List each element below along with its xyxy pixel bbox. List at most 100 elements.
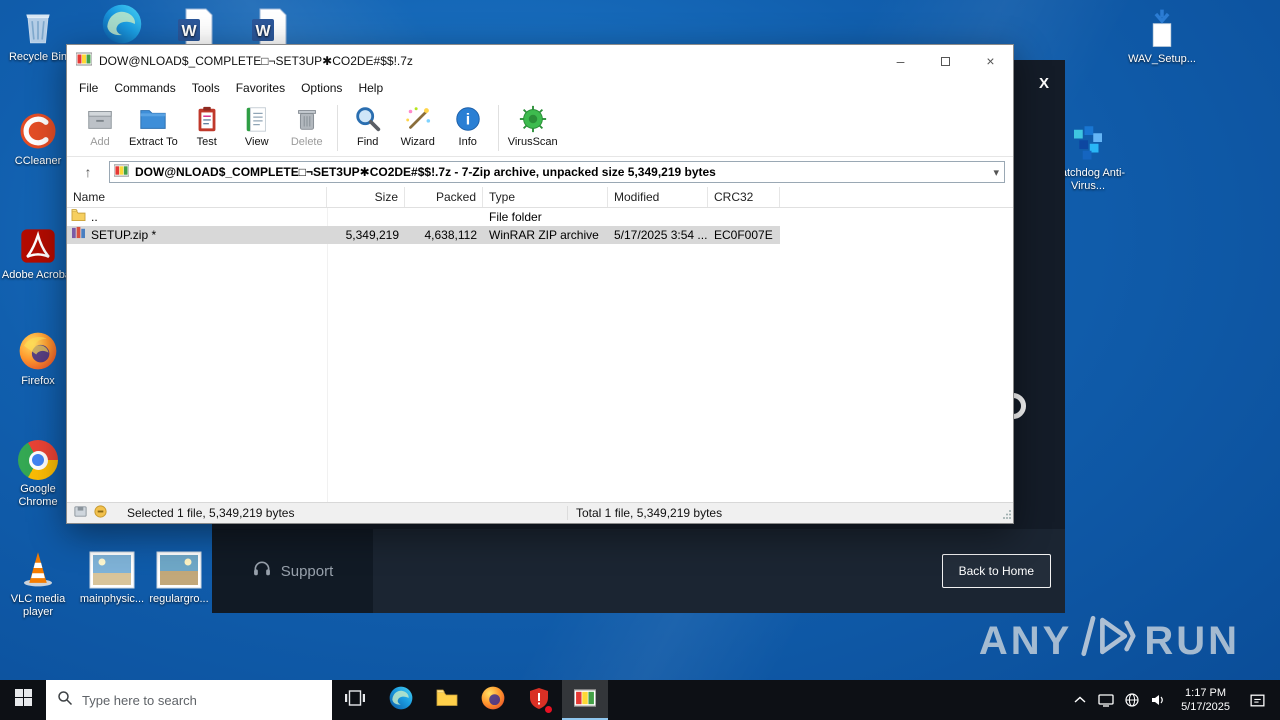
vlc-icon [17, 546, 59, 590]
clock-time: 1:17 PM [1185, 687, 1227, 699]
installer-support-button[interactable]: Support [212, 529, 373, 613]
windows-logo-icon [14, 689, 32, 711]
zip-archive-icon [71, 226, 86, 244]
file-name: SETUP.zip * [91, 228, 157, 242]
action-center-icon[interactable] [1240, 680, 1274, 720]
anyrun-watermark: ANY RUN [979, 614, 1240, 668]
svg-text:W: W [181, 23, 197, 40]
photo-thumbnail-icon [89, 546, 135, 590]
desktop-icon-label: mainphysic... [79, 593, 145, 605]
desktop-icon-label: Adobe Acrobat [1, 269, 75, 281]
column-header-name[interactable]: Name [67, 187, 327, 207]
maximize-button[interactable] [923, 45, 968, 77]
tray-monitor-icon[interactable] [1093, 680, 1119, 720]
column-header-crc32[interactable]: CRC32 [708, 187, 780, 207]
column-grid-line [327, 208, 328, 502]
tray-network-icon[interactable] [1119, 680, 1145, 720]
desktop-icon-label: VLC media player [10, 593, 66, 618]
list-column-headers: Name Size Packed Type Modified CRC32 [67, 187, 1013, 208]
installer-close-button[interactable]: X [1039, 75, 1049, 92]
toolbar-info-button[interactable]: i Info [443, 102, 493, 148]
taskbar-sevenzip-button[interactable] [562, 680, 608, 720]
desktop-icon-ccleaner[interactable]: CCleaner [0, 108, 76, 168]
menu-help[interactable]: Help [350, 79, 391, 97]
desktop-icon-google-chrome[interactable]: Google Chrome [0, 436, 76, 509]
column-header-modified[interactable]: Modified [608, 187, 708, 207]
column-header-size[interactable]: Size [327, 187, 405, 207]
back-to-home-button[interactable]: Back to Home [941, 554, 1051, 588]
menu-favorites[interactable]: Favorites [228, 79, 293, 97]
toolbar-test-button[interactable]: Test [182, 102, 232, 148]
toolbar-view-button[interactable]: View [232, 102, 282, 148]
system-tray: 1:17 PM 5/17/2025 [1067, 680, 1280, 720]
desktop-icon-firefox[interactable]: Firefox [0, 328, 76, 388]
file-modified [608, 208, 708, 226]
task-view-button[interactable] [332, 680, 378, 720]
table-row-parent-folder[interactable]: .. File folder [67, 208, 780, 226]
desktop-icon-wav-setup[interactable]: WAV_Setup... [1124, 6, 1200, 66]
info-icon: i [452, 103, 484, 135]
file-type: File folder [489, 210, 542, 224]
desktop-icon-vlc[interactable]: VLC media player [0, 546, 76, 619]
status-selected-text: Selected 1 file, 5,349,219 bytes [127, 506, 295, 520]
status-bar: Selected 1 file, 5,349,219 bytes Total 1… [67, 502, 1013, 523]
toolbar-extract-button[interactable]: Extract To [125, 102, 182, 148]
menu-commands[interactable]: Commands [106, 79, 183, 97]
wizard-wand-icon [402, 103, 434, 135]
sevenzip-titlebar[interactable]: DOW@NLOAD$_COMPLETE□¬SET3UP✱CO2DE#$$!.7z… [67, 45, 1013, 77]
menu-options[interactable]: Options [293, 79, 350, 97]
up-one-level-button[interactable]: ↑ [71, 161, 105, 183]
toolbar-wizard-button[interactable]: Wizard [393, 102, 443, 148]
file-explorer-icon [434, 686, 460, 715]
column-header-packed[interactable]: Packed [405, 187, 483, 207]
sevenzip-app-icon [573, 687, 597, 714]
file-size: 5,349,219 [345, 228, 399, 242]
desktop-icon-recycle-bin[interactable]: Recycle Bin [0, 4, 76, 64]
desktop-icon-edge[interactable] [84, 2, 160, 46]
file-list: .. File folder SETUP.zip * 5,349,219 4,6… [67, 208, 1013, 502]
toolbar: Add Extract To Test View Delete Find Wiz… [67, 98, 1013, 157]
taskbar-antivirus-button[interactable] [516, 680, 562, 720]
menubar: File Commands Tools Favorites Options He… [67, 77, 1013, 98]
column-header-type[interactable]: Type [483, 187, 608, 207]
taskbar-firefox-button[interactable] [470, 680, 516, 720]
headset-icon [252, 559, 272, 583]
taskbar-clock[interactable]: 1:17 PM 5/17/2025 [1171, 686, 1240, 714]
toolbar-button-label: Test [196, 136, 217, 148]
resize-grip[interactable] [1002, 508, 1012, 522]
toolbar-find-button[interactable]: Find [343, 102, 393, 148]
edge-icon [388, 685, 414, 716]
minimize-button[interactable]: – [878, 45, 923, 77]
add-archive-icon [84, 103, 116, 135]
menu-file[interactable]: File [71, 79, 106, 97]
tray-volume-icon[interactable] [1145, 680, 1171, 720]
address-combo-box[interactable]: DOW@NLOAD$_COMPLETE□¬SET3UP✱CO2DE#$$!.7z… [109, 161, 1005, 183]
search-input[interactable] [82, 692, 321, 708]
desktop-icon-label: WAV_Setup... [1128, 53, 1196, 65]
taskbar-edge-button[interactable] [378, 680, 424, 720]
taskbar: 1:17 PM 5/17/2025 [0, 680, 1280, 720]
file-packed [405, 208, 483, 226]
menu-tools[interactable]: Tools [184, 79, 228, 97]
word-doc-icon: W [250, 4, 290, 48]
sevenzip-app-icon [75, 51, 93, 72]
status-indicator-icon [93, 504, 108, 522]
desktop-icon-regulargro[interactable]: regulargro... [146, 546, 212, 606]
tray-chevron-up-icon[interactable] [1067, 680, 1093, 720]
wav-setup-icon [1141, 6, 1183, 50]
close-button[interactable]: × [968, 45, 1013, 77]
toolbar-virusscan-button[interactable]: VirusScan [504, 102, 562, 148]
desktop-icon-label: regulargro... [149, 593, 209, 605]
table-row-setup-zip[interactable]: SETUP.zip * 5,349,219 4,638,112 WinRAR Z… [67, 226, 780, 244]
desktop-icon-adobe-acrobat[interactable]: Adobe Acrobat [0, 222, 76, 282]
taskbar-search-box[interactable] [46, 680, 332, 720]
taskbar-file-explorer-button[interactable] [424, 680, 470, 720]
desktop-icon-word-doc-2[interactable]: W [232, 4, 308, 48]
column-header-filler [780, 187, 1013, 207]
archive-file-icon [113, 163, 130, 181]
desktop-icon-mainphysic[interactable]: mainphysic... [74, 546, 150, 606]
desktop-icon-word-doc-1[interactable]: W [158, 4, 234, 48]
chevron-down-icon[interactable]: ▾ [993, 166, 999, 179]
start-button[interactable] [0, 680, 46, 720]
desktop: Recycle Bin CCleaner Adobe Acrobat Firef… [0, 0, 1280, 720]
